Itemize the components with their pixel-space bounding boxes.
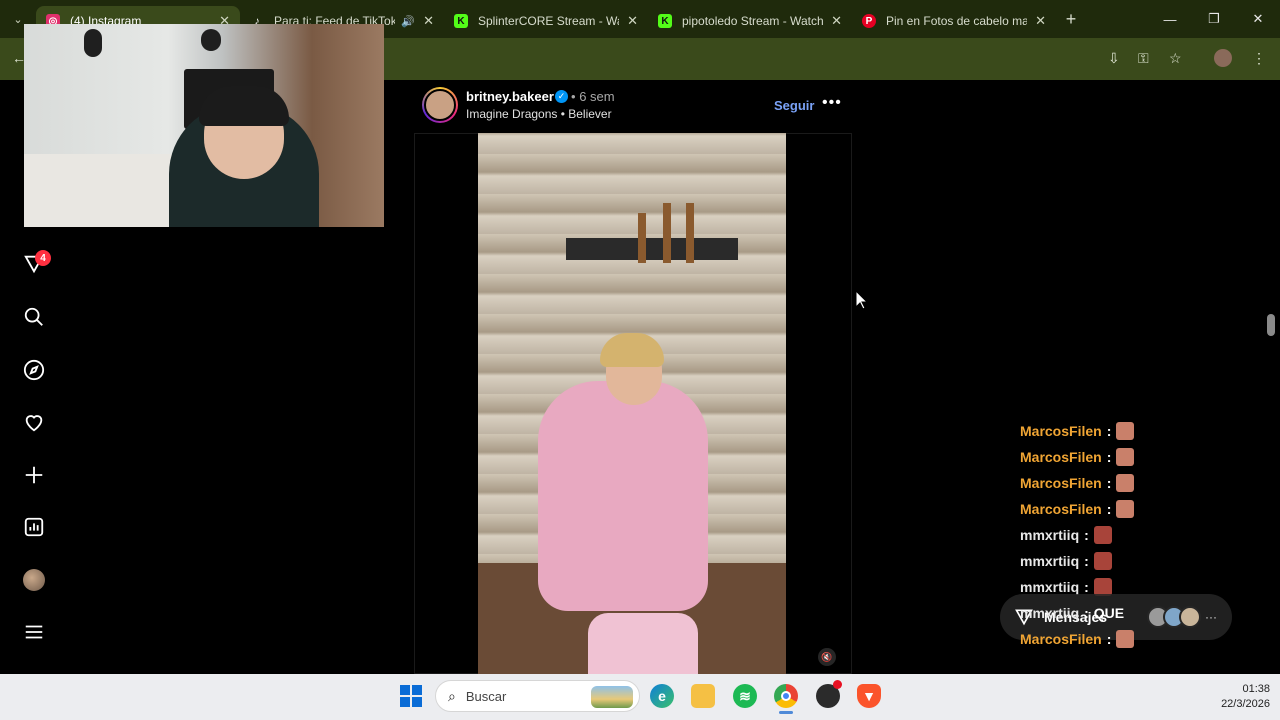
kick-icon: K	[658, 14, 672, 28]
chat-message: QUE	[1093, 605, 1125, 621]
emote-icon	[1116, 474, 1135, 492]
taskbar-search-placeholder: Buscar	[465, 688, 507, 704]
emote-icon	[1116, 500, 1135, 518]
post-audio-track[interactable]: Imagine Dragons • Believer	[466, 107, 612, 121]
chat-separator: :	[1106, 449, 1112, 465]
explore-icon[interactable]	[20, 356, 48, 384]
chat-line: mmxrtiiq:	[1020, 524, 1112, 546]
chat-separator: :	[1084, 527, 1089, 543]
kebab-menu-icon[interactable]: ⋮	[1252, 50, 1266, 67]
muted-speaker-icon[interactable]: 🔇	[818, 648, 836, 666]
close-icon[interactable]: ✕	[1035, 13, 1046, 29]
chat-line: MarcosFilen:	[1020, 628, 1135, 650]
follow-button[interactable]: Seguir	[774, 98, 814, 113]
chat-separator: :	[1106, 631, 1112, 647]
emote-icon	[1116, 448, 1135, 466]
chat-username: mmxrtiiq	[1020, 605, 1080, 621]
menu-icon[interactable]	[20, 618, 48, 646]
chat-line: mmxrtiiq: QUE	[1020, 602, 1124, 624]
new-tab-button[interactable]: +	[1056, 9, 1086, 30]
profile-avatar[interactable]	[20, 566, 48, 594]
scrollbar-thumb[interactable]	[1267, 314, 1275, 336]
emote-icon	[1116, 422, 1135, 440]
verified-badge-icon: ✓	[555, 90, 568, 103]
tab-title: pipotoledo Stream - Watch l	[682, 14, 824, 28]
tab-pinterest[interactable]: P Pin en Fotos de cabelo mas ✕	[852, 6, 1056, 36]
chat-separator: :	[1106, 423, 1112, 439]
more-contacts-icon: ···	[1205, 610, 1218, 624]
tab-title: Pin en Fotos de cabelo mas	[886, 14, 1028, 28]
chat-separator: :	[1106, 501, 1112, 517]
chat-line: MarcosFilen:	[1020, 420, 1135, 442]
emote-icon	[1116, 630, 1135, 648]
close-icon[interactable]: ✕	[831, 13, 842, 29]
chat-username: MarcosFilen	[1020, 475, 1102, 491]
taskbar-search-input[interactable]: ⌕ Buscar	[435, 680, 640, 712]
clock-date: 22/3/2026	[1221, 698, 1270, 710]
chat-separator: :	[1084, 553, 1089, 569]
chat-line: MarcosFilen:	[1020, 446, 1135, 468]
emote-icon	[1093, 526, 1112, 544]
chat-separator: :	[1084, 579, 1089, 595]
brave-icon[interactable]: ▼	[857, 684, 881, 708]
profile-avatar[interactable]	[1214, 49, 1232, 67]
chat-username: mmxrtiiq	[1020, 527, 1080, 543]
chat-username: MarcosFilen	[1020, 631, 1102, 647]
kick-icon: K	[454, 14, 468, 28]
bookmark-star-icon[interactable]: ☆	[1169, 50, 1182, 67]
chat-username: mmxrtiiq	[1020, 553, 1080, 569]
page-scrollbar[interactable]	[1264, 80, 1280, 674]
reel-video[interactable]	[478, 133, 786, 674]
close-icon[interactable]: ✕	[627, 13, 638, 29]
post-username[interactable]: britney.bakeer	[466, 89, 554, 104]
system-clock[interactable]: 01:38 22/3/2026	[1190, 682, 1270, 712]
mouse-cursor-icon	[855, 290, 869, 310]
search-icon: ⌕	[448, 687, 456, 704]
close-window-icon[interactable]: ✕	[1236, 0, 1280, 38]
chat-line: MarcosFilen:	[1020, 472, 1135, 494]
chat-username: MarcosFilen	[1020, 449, 1102, 465]
chat-separator: :	[1084, 605, 1089, 621]
notification-badge: 4	[35, 250, 51, 266]
edge-icon[interactable]: e	[650, 684, 674, 708]
tab-title: SplinterCORE Stream - Watc	[478, 14, 620, 28]
spotify-icon[interactable]: ≋	[733, 684, 757, 708]
post-author-avatar[interactable]	[422, 87, 458, 123]
file-explorer-icon[interactable]	[691, 684, 715, 708]
speaker-icon[interactable]: 🔊	[401, 15, 415, 28]
stats-icon[interactable]	[20, 513, 48, 541]
active-app-indicator	[779, 711, 793, 714]
obs-icon[interactable]	[816, 680, 842, 708]
close-icon[interactable]: ✕	[423, 13, 434, 29]
minimize-icon[interactable]: —	[1148, 0, 1192, 38]
windows-taskbar	[0, 674, 1280, 720]
post-time: • 6 sem	[571, 89, 615, 104]
time-separator: •	[571, 89, 576, 104]
heart-icon[interactable]	[20, 408, 48, 436]
windows-start-icon[interactable]	[399, 684, 423, 708]
contact-avatar	[1179, 606, 1202, 628]
search-highlight-image	[591, 686, 633, 708]
install-app-icon[interactable]: ⇩	[1108, 50, 1120, 67]
chat-username: mmxrtiiq	[1020, 579, 1080, 595]
restore-icon[interactable]: ❐	[1192, 0, 1236, 38]
chat-username: MarcosFilen	[1020, 501, 1102, 517]
chat-line: MarcosFilen:	[1020, 498, 1135, 520]
post-time-ago: 6 sem	[579, 89, 615, 104]
chat-separator: :	[1106, 475, 1112, 491]
password-key-icon[interactable]: ⚿	[1138, 50, 1149, 67]
create-icon[interactable]	[20, 461, 48, 489]
clock-time: 01:38	[1242, 683, 1270, 695]
tab-splintercore[interactable]: K SplinterCORE Stream - Watc ✕	[444, 6, 648, 36]
chrome-icon[interactable]	[774, 684, 798, 708]
tab-pipotoledo[interactable]: K pipotoledo Stream - Watch l ✕	[648, 6, 852, 36]
chat-line: mmxrtiiq:	[1020, 550, 1112, 572]
search-icon[interactable]	[20, 303, 48, 331]
webcam-overlay	[24, 24, 384, 227]
chat-username: MarcosFilen	[1020, 423, 1102, 439]
post-options-icon[interactable]: •••	[822, 94, 842, 112]
emote-icon	[1093, 552, 1112, 570]
pinterest-icon: P	[862, 14, 876, 28]
